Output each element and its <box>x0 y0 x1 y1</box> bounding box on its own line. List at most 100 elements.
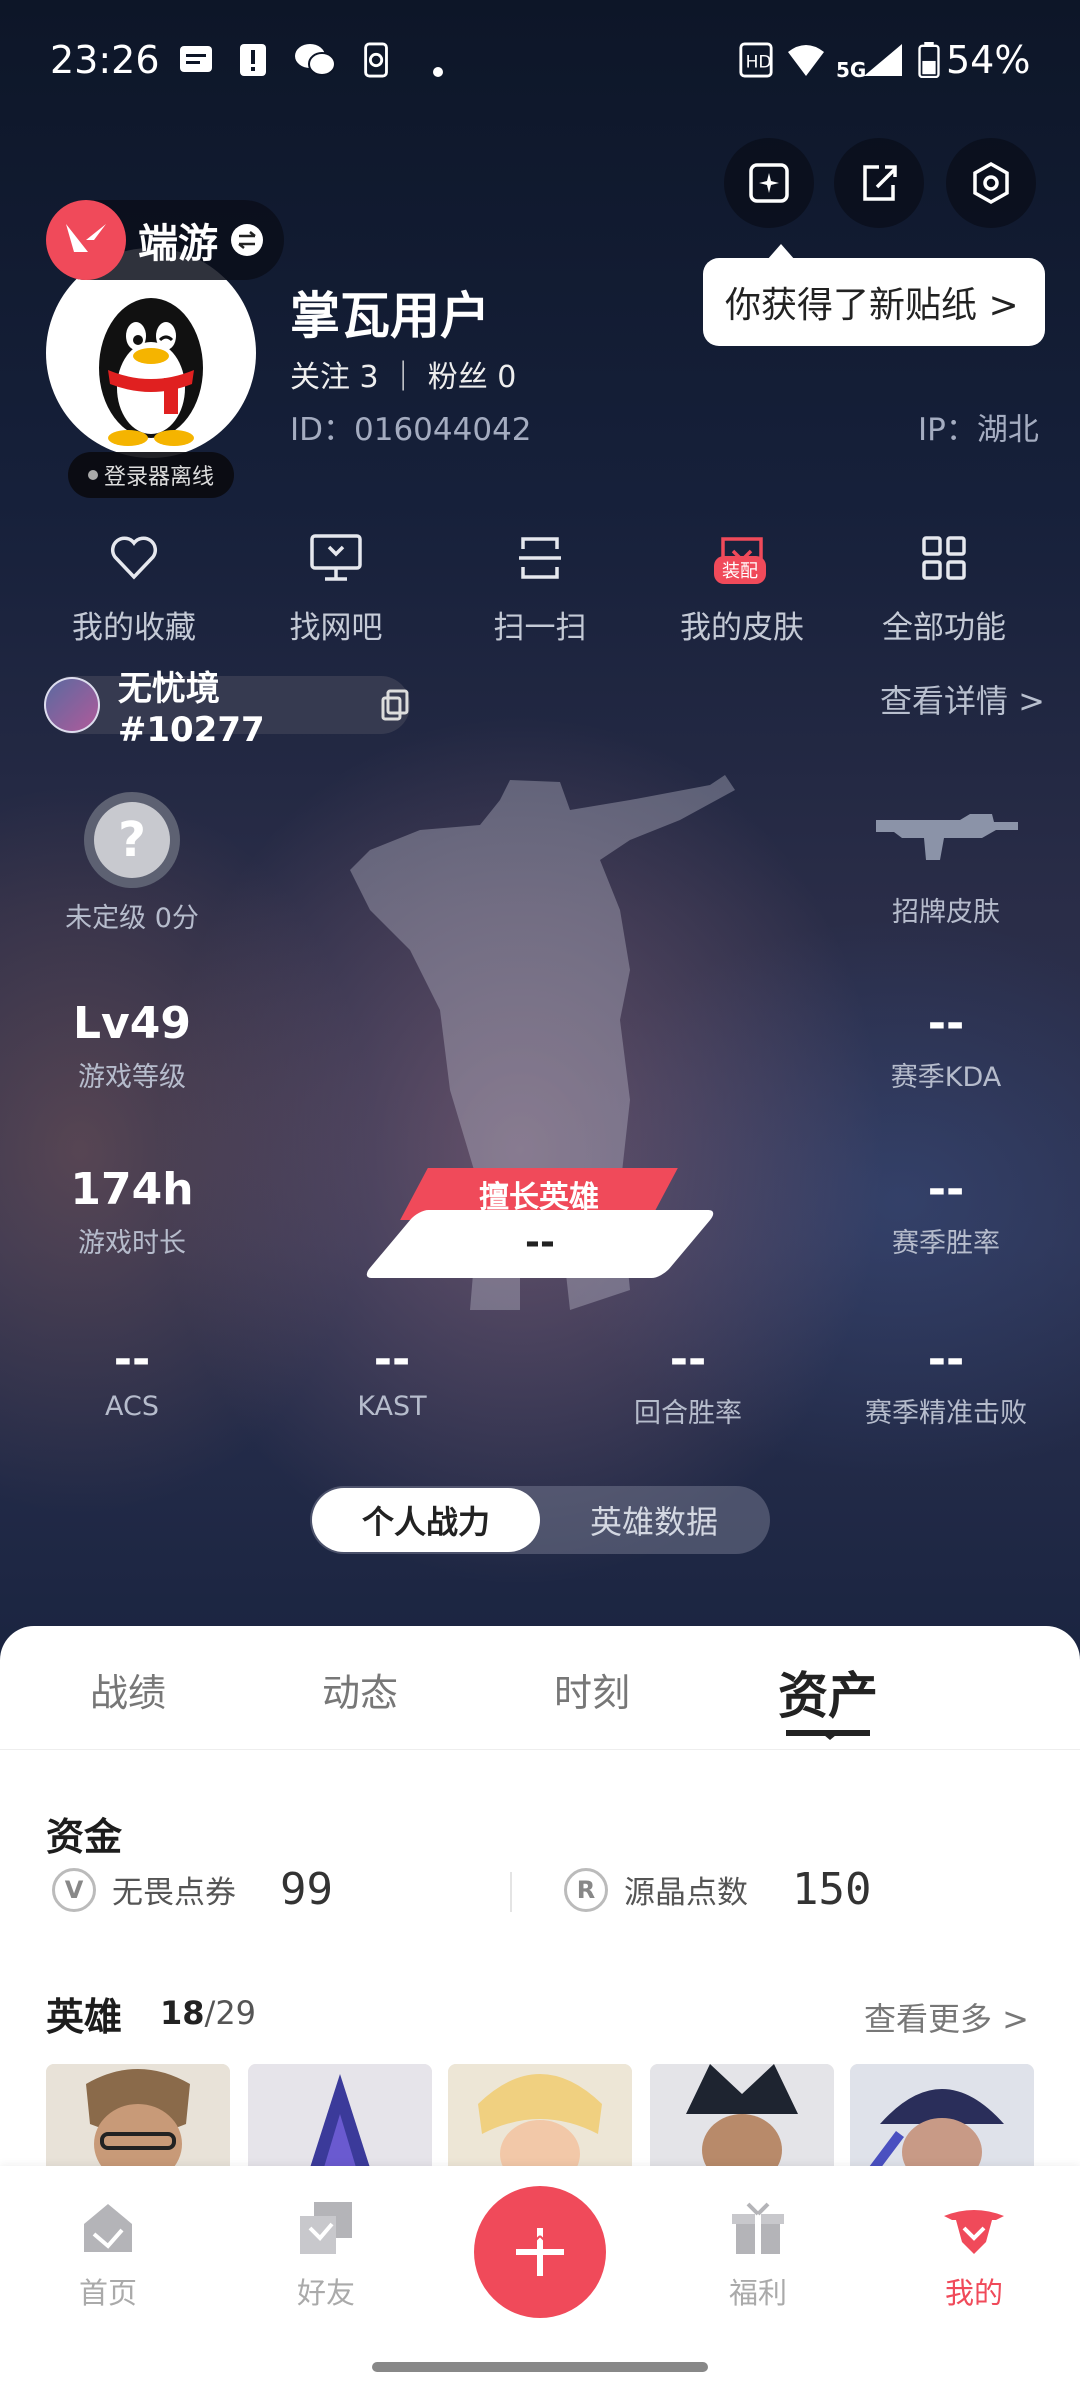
copy-icon[interactable] <box>380 689 410 721</box>
quick-action-label: 全部功能 <box>882 610 1006 646</box>
share-button[interactable] <box>834 138 924 228</box>
view-details-link[interactable]: 查看详情 > <box>880 676 1045 722</box>
hero-thumb[interactable] <box>850 2064 1034 2174</box>
funds-title: 资金 <box>46 1815 123 1859</box>
friends-icon <box>300 2202 352 2254</box>
wifi-icon <box>788 45 824 76</box>
heroes-count: 18/29 <box>160 1994 256 2032</box>
user-id: ID：016044042 <box>290 412 532 448</box>
quick-action-skins[interactable]: 我的皮肤 <box>642 528 842 647</box>
share-icon <box>863 165 897 201</box>
username: 掌瓦用户 <box>290 287 490 345</box>
playtime-value: 174h <box>70 1164 194 1215</box>
hero-thumb[interactable] <box>46 2064 230 2174</box>
headshot-label: 赛季精准击败 <box>865 1398 1027 1429</box>
currency-vp[interactable]: V 无畏点券 99 <box>52 1864 333 1915</box>
riot-account-avatar <box>44 677 100 733</box>
currency-value: 150 <box>792 1864 872 1915</box>
headshot-value: -- <box>927 1334 965 1385</box>
rank-label: 未定级 0分 <box>65 903 199 934</box>
vp-icon: V <box>52 1867 96 1912</box>
follow-stats[interactable]: 关注 3 ｜ 粉丝 0 <box>290 352 516 396</box>
monitor-icon <box>310 534 362 581</box>
level-stat: Lv49 游戏等级 <box>2 998 262 1094</box>
tab-activity[interactable]: 动态 <box>322 1662 398 1717</box>
kast-label: KAST <box>357 1391 427 1422</box>
create-post-button[interactable] <box>474 2186 606 2318</box>
tab-record[interactable]: 战绩 <box>90 1662 166 1717</box>
toggle-personal-power[interactable]: 个人战力 <box>312 1488 540 1552</box>
quick-action-favorites[interactable]: 我的收藏 <box>34 528 234 647</box>
hero-thumb[interactable] <box>248 2064 432 2174</box>
winrate-stat: -- 赛季胜率 <box>816 1164 1076 1260</box>
rifle-icon <box>876 814 1018 860</box>
dot-icon <box>433 67 443 77</box>
round-winrate-value: -- <box>669 1334 707 1385</box>
sticker-icon <box>749 163 789 203</box>
new-sticker-tooltip[interactable]: 你获得了新贴纸 > <box>703 244 1045 346</box>
phone-sync-icon <box>364 42 388 78</box>
nav-home[interactable]: 首页 <box>38 2196 178 2312</box>
home-icon <box>84 2204 132 2252</box>
currency-radianite[interactable]: R 源晶点数 150 <box>564 1864 871 1915</box>
grid-icon <box>922 536 966 580</box>
sticker-button[interactable] <box>724 138 814 228</box>
nav-label: 福利 <box>728 2276 787 2310</box>
currency-name: 无畏点券 <box>112 1875 236 1911</box>
quick-action-label: 找网吧 <box>289 610 383 646</box>
hero-portrait-icon <box>248 2064 432 2174</box>
kda-value: -- <box>927 998 965 1049</box>
heroes-total: /29 <box>204 1994 257 2032</box>
clock: 23:26 <box>50 38 160 82</box>
quick-action-label: 扫一扫 <box>493 610 587 646</box>
alert-icon <box>240 44 266 76</box>
best-hero-value: -- <box>525 1222 555 1263</box>
valorant-logo-icon <box>46 200 126 280</box>
playtime-label: 游戏时长 <box>78 1228 186 1259</box>
hero-portrait-icon <box>46 2064 230 2174</box>
game-switch-tag[interactable]: 端游 <box>46 200 284 280</box>
nav-profile[interactable]: 我的 <box>904 2196 1044 2312</box>
nav-label: 首页 <box>78 2276 137 2310</box>
settings-button[interactable] <box>946 138 1036 228</box>
hero-thumb[interactable] <box>448 2064 632 2174</box>
plus-icon <box>516 2228 564 2276</box>
currency-divider <box>510 1872 512 1912</box>
winrate-value: -- <box>927 1164 965 1215</box>
nav-friends[interactable]: 好友 <box>256 2196 396 2312</box>
quick-action-all[interactable]: 全部功能 <box>844 528 1044 647</box>
currency-name: 源晶点数 <box>624 1875 748 1911</box>
riot-id: 无忧境#10277 <box>117 668 265 750</box>
rank-stat[interactable]: ? 未定级 0分 <box>2 790 262 935</box>
wechat-icon <box>295 44 336 76</box>
scan-icon <box>519 537 561 579</box>
battery-icon <box>918 42 940 78</box>
home-indicator[interactable] <box>372 2362 708 2372</box>
heart-icon <box>110 536 158 580</box>
profile-icon <box>944 2210 1004 2254</box>
signature-skin-stat[interactable]: 招牌皮肤 <box>816 884 1076 929</box>
tab-moments[interactable]: 时刻 <box>554 1662 630 1717</box>
status-bar: 23:26 HD 5G 54% <box>0 0 1080 120</box>
kda-stat: -- 赛季KDA <box>816 998 1076 1094</box>
acs-label: ACS <box>105 1391 159 1422</box>
quick-action-netcafe[interactable]: 找网吧 <box>236 528 436 647</box>
see-more-heroes-link[interactable]: 查看更多 > <box>864 1994 1029 2040</box>
hero-thumb[interactable] <box>650 2064 834 2174</box>
nav-rewards[interactable]: 福利 <box>688 2196 828 2312</box>
riot-account-pill[interactable]: 无忧境#10277 <box>44 669 410 750</box>
active-tab-arrow <box>818 1730 842 1740</box>
playtime-stat: 174h 游戏时长 <box>2 1164 262 1260</box>
tab-assets[interactable]: 资产 <box>778 1656 878 1728</box>
svg-text:?: ? <box>118 812 146 868</box>
quick-action-scan[interactable]: 扫一扫 <box>440 528 640 647</box>
gift-icon <box>732 2202 784 2254</box>
quick-action-label: 我的收藏 <box>72 610 196 646</box>
toggle-hero-data[interactable]: 英雄数据 <box>540 1488 768 1552</box>
hero-portrait-icon <box>448 2064 632 2174</box>
currency-value: 99 <box>280 1864 333 1915</box>
kda-label: 赛季KDA <box>890 1062 1002 1093</box>
quick-action-label: 我的皮肤 <box>680 610 804 646</box>
unranked-icon: ? <box>84 792 180 888</box>
launcher-status-badge: 登录器离线 <box>68 452 234 498</box>
